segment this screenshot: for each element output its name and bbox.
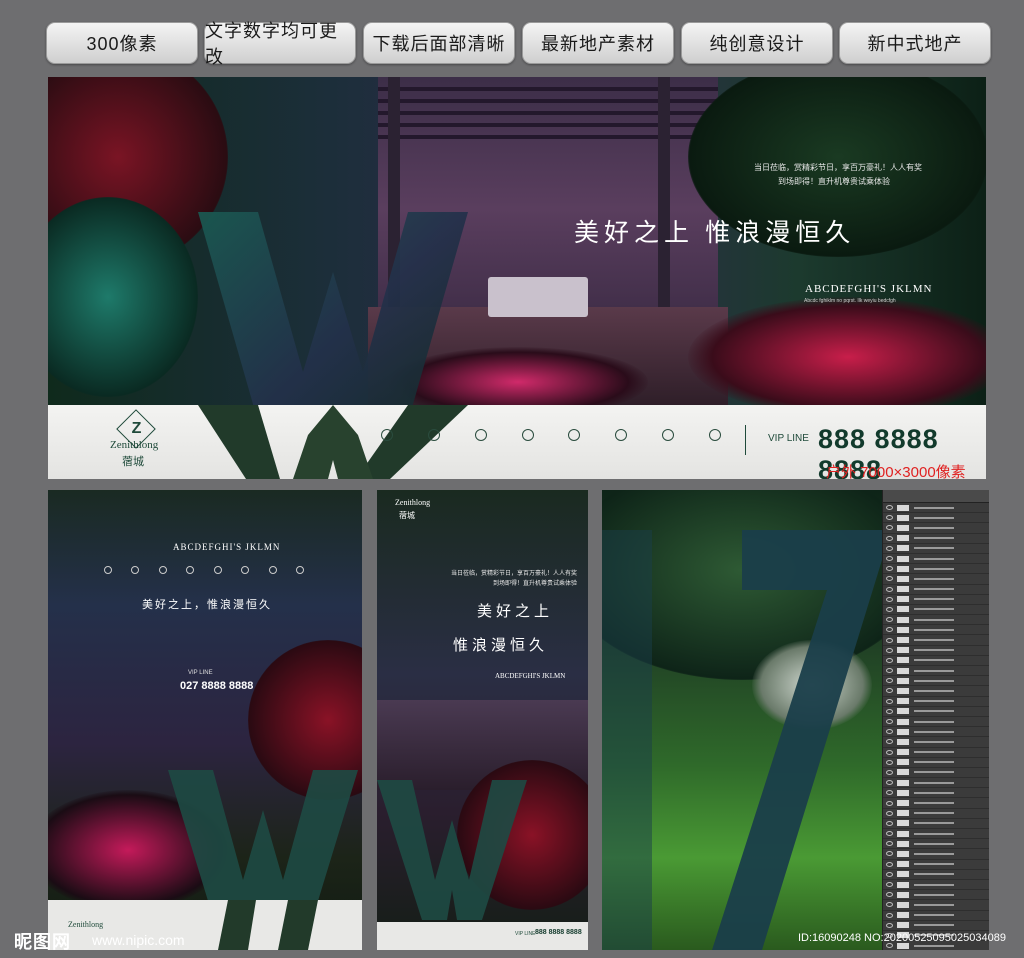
tag-clear-download: 下载后面部清晰 [363, 22, 515, 64]
promo-line-1: 当日莅临，赏精彩节日，享百万豪礼！人人有奖 [450, 571, 577, 577]
amenity-icon [474, 429, 487, 441]
poster-vertical-2: Zenithlong 蓿城 当日莅临，赏精彩节日，享百万豪礼！人人有奖 到场即得… [377, 490, 588, 950]
watermark-brand: 昵图网 [14, 932, 71, 952]
poster-lawn [602, 490, 882, 950]
logo-name-en: Zenithlong [110, 439, 159, 451]
layers-panel[interactable] [882, 490, 989, 950]
outdoor-size-label: 户外 7000×3000像素 [826, 464, 966, 481]
vip-divider [745, 425, 746, 455]
poster2-footer [377, 922, 588, 950]
promo-line-2: 到场即得！直升机尊贵试乘体验 [778, 177, 890, 186]
w-letter-lower [198, 405, 468, 479]
poster1-headline: 美好之上，惟浪漫恒久 [142, 599, 272, 611]
poster1-vip-label: VIP LINE [188, 670, 213, 676]
poster2-vip-label: VIP LINE [515, 931, 536, 937]
banner-preview: 当日莅临，赏精彩节日，享百万豪礼！人人有奖 到场即得！直升机尊贵试乘体验 美好之… [48, 77, 986, 479]
poster2-phone: 888 8888 8888 [535, 929, 582, 936]
tag-realestate: 最新地产素材 [522, 22, 674, 64]
poster2-logo-en: Zenithlong [395, 498, 431, 507]
amenity-icon [381, 429, 393, 441]
promo-line-1: 当日莅临，赏精彩节日，享百万豪礼！人人有奖 [754, 163, 922, 172]
vip-label: VIP LINE [768, 433, 809, 444]
poster2-headline-1: 美好之上 [477, 604, 554, 620]
amenity-icon [708, 429, 721, 441]
seven-letter-graphic [602, 530, 882, 950]
poster2-subtitle: ABCDEFGHI'S JKLMN [495, 672, 566, 680]
amenity-icon [568, 429, 581, 441]
tag-original: 纯创意设计 [681, 22, 833, 64]
layers-toolbar[interactable] [883, 490, 989, 503]
poster1-logo: Zenithlong [68, 920, 104, 929]
amenity-icon [521, 429, 534, 441]
dining-table [488, 277, 588, 317]
poster1-phone: 027 8888 8888 [180, 680, 254, 692]
amenity-icon [615, 429, 628, 441]
amenity-icons [381, 429, 721, 441]
pink-flowers [688, 297, 986, 417]
amenity-icon [427, 429, 440, 441]
poster2-headline-2: 惟浪漫恒久 [453, 638, 549, 654]
logo-name-cn: 蓿城 [122, 456, 144, 468]
banner-subtitle-small: Abcdc fghiklm no pqrst. Ilk weyiu bedcfg… [804, 298, 896, 304]
poster1-subtitle: ABCDEFGHI'S JKLMN [173, 542, 281, 552]
amenity-icon [662, 429, 675, 441]
tag-300px: 300像素 [46, 22, 198, 64]
tag-new-chinese: 新中式地产 [839, 22, 991, 64]
watermark-url: www.nipic.com [92, 932, 185, 948]
poster1-icons [104, 566, 304, 574]
w-letter-lower [218, 900, 318, 950]
banner-headline: 美好之上 惟浪漫恒久 [574, 220, 856, 247]
promo-line-2: 到场即得！直升机尊贵试乘体验 [492, 581, 577, 587]
image-id: ID:16090248 NO:20200525095025034089 [798, 932, 1006, 944]
poster-vertical-1: ABCDEFGHI'S JKLMN 美好之上，惟浪漫恒久 VIP LINE 02… [48, 490, 362, 950]
banner-subtitle: ABCDEFGHI'S JKLMN [805, 283, 933, 295]
poster2-logo-cn: 蓿城 [399, 511, 415, 520]
tag-editable-text: 文字数字均可更改 [204, 21, 356, 67]
